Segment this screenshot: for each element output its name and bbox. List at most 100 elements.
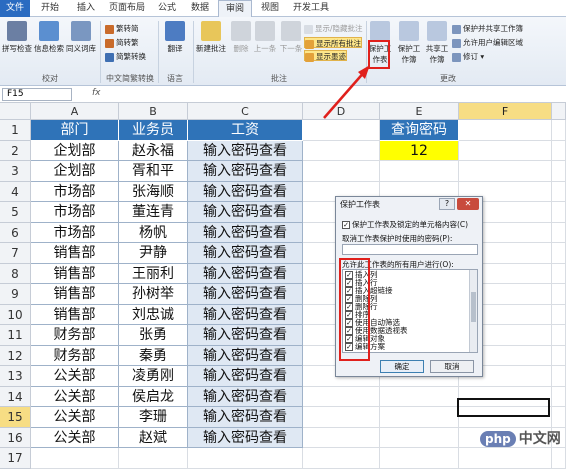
cell[interactable] [459,161,552,182]
row-header[interactable]: 2 [0,140,31,161]
table-cell[interactable]: 输入密码查看 [188,140,303,161]
table-cell[interactable]: 输入密码查看 [188,284,303,305]
cell[interactable] [552,284,566,305]
table-cell[interactable]: 市场部 [31,202,119,223]
table-cell[interactable]: 输入密码查看 [188,243,303,264]
tab-data[interactable]: 数据 [185,0,215,17]
table-cell[interactable]: 胥和平 [119,161,188,182]
query-label-cell[interactable]: 查询密码 [380,120,459,141]
row-header[interactable]: 12 [0,345,31,366]
cell[interactable] [303,427,380,448]
table-cell[interactable]: 输入密码查看 [188,386,303,407]
column-header-b[interactable]: B [119,103,188,120]
table-cell[interactable]: 输入密码查看 [188,366,303,387]
cell[interactable] [459,140,552,161]
tab-formulas[interactable]: 公式 [152,0,182,17]
trad-to-simp-button[interactable]: 繁转简 [105,23,139,34]
column-header-g[interactable] [552,103,566,120]
dialog-help-button[interactable]: ? [439,198,455,210]
table-header-cell[interactable]: 工资 [188,120,303,141]
row-header[interactable]: 10 [0,304,31,325]
row-header[interactable]: 5 [0,202,31,223]
cell[interactable] [303,120,380,141]
table-cell[interactable]: 销售部 [31,304,119,325]
table-cell[interactable]: 企划部 [31,140,119,161]
table-cell[interactable]: 秦勇 [119,345,188,366]
row-header[interactable]: 13 [0,366,31,387]
row-header[interactable]: 3 [0,161,31,182]
active-cell-f15[interactable] [457,398,550,417]
row-header[interactable]: 9 [0,284,31,305]
cell[interactable] [552,120,566,141]
table-cell[interactable]: 刘忠诚 [119,304,188,325]
next-comment-button[interactable]: 下一条 [276,21,306,54]
tab-developer[interactable]: 开发工具 [289,0,333,17]
cell[interactable] [552,325,566,346]
row-header[interactable]: 7 [0,243,31,264]
cell[interactable] [380,407,459,428]
allow-edit-ranges-button[interactable]: 允许用户编辑区域 [452,37,523,48]
table-cell[interactable]: 输入密码查看 [188,161,303,182]
table-cell[interactable]: 王丽利 [119,263,188,284]
tab-view[interactable]: 视图 [255,0,285,17]
show-hide-comment-button[interactable]: 显示/隐藏批注 [304,23,363,34]
table-cell[interactable]: 杨帆 [119,222,188,243]
cell[interactable] [552,345,566,366]
table-cell[interactable]: 公关部 [31,407,119,428]
column-header-f[interactable]: F [459,103,552,120]
tab-home[interactable]: 开始 [34,0,66,17]
permissions-scrollbar[interactable] [469,270,477,352]
select-all-corner[interactable] [0,103,31,120]
column-header-c[interactable]: C [188,103,303,120]
cell[interactable] [552,448,566,469]
column-header-e[interactable]: E [380,103,459,120]
table-cell[interactable]: 输入密码查看 [188,181,303,202]
cell[interactable] [552,386,566,407]
translate-button[interactable]: 翻译 [160,21,190,54]
cell[interactable] [380,161,459,182]
query-value-cell[interactable]: 12 [380,140,459,161]
table-cell[interactable]: 张勇 [119,325,188,346]
table-cell[interactable]: 企划部 [31,161,119,182]
tab-review[interactable]: 审阅 [218,0,252,18]
table-cell[interactable]: 销售部 [31,243,119,264]
cell[interactable] [552,263,566,284]
table-header-cell[interactable]: 业务员 [119,120,188,141]
table-cell[interactable]: 销售部 [31,263,119,284]
cell[interactable] [459,448,552,469]
row-header[interactable]: 17 [0,448,31,469]
table-cell[interactable]: 市场部 [31,181,119,202]
new-comment-button[interactable]: 新建批注 [194,21,228,54]
table-cell[interactable]: 孙树举 [119,284,188,305]
cell[interactable] [552,407,566,428]
password-input[interactable] [342,244,478,255]
convert-button[interactable]: 简繁转换 [105,51,146,62]
name-box[interactable]: F15 [2,88,72,101]
table-cell[interactable]: 输入密码查看 [188,263,303,284]
table-cell[interactable]: 输入密码查看 [188,345,303,366]
table-cell[interactable]: 凌勇刚 [119,366,188,387]
cell[interactable] [303,386,380,407]
cell[interactable] [303,140,380,161]
spell-check-button[interactable]: 拼写检查 [2,21,32,54]
cell[interactable] [380,427,459,448]
row-header[interactable]: 15 [0,407,31,428]
row-header[interactable]: 4 [0,181,31,202]
dialog-close-button[interactable]: ✕ [457,198,479,210]
table-cell[interactable]: 张海顺 [119,181,188,202]
cell[interactable] [119,448,188,469]
row-header[interactable]: 16 [0,427,31,448]
table-cell[interactable]: 赵斌 [119,427,188,448]
tab-file[interactable]: 文件 [0,0,30,17]
table-cell[interactable]: 侯启龙 [119,386,188,407]
share-workbook-button[interactable]: 共享工作簿 [424,21,450,65]
row-header[interactable]: 11 [0,325,31,346]
row-header[interactable]: 1 [0,120,31,141]
table-cell[interactable]: 尹静 [119,243,188,264]
table-cell[interactable]: 公关部 [31,386,119,407]
row-header[interactable]: 8 [0,263,31,284]
table-cell[interactable]: 输入密码查看 [188,427,303,448]
table-cell[interactable]: 财务部 [31,325,119,346]
cell[interactable] [380,386,459,407]
cell[interactable] [552,304,566,325]
